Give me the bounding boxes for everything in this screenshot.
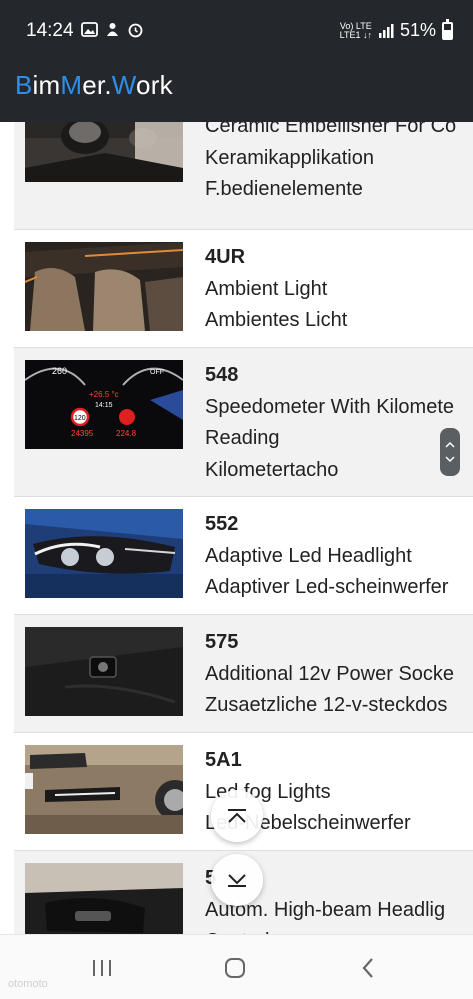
option-name-en: Speedometer With Kilomete — [205, 395, 455, 418]
option-code: 552 — [205, 513, 239, 535]
image-notification-icon — [81, 21, 98, 38]
option-name-en: Adaptive Led Headlight — [205, 544, 412, 567]
option-text: 4UR Ambient Light Ambientes Licht — [205, 242, 473, 337]
recents-button[interactable] — [87, 955, 117, 981]
list-item[interactable]: 552 Adaptive Led Headlight Adaptiver Led… — [14, 497, 473, 615]
option-name-de-2: F.bedienelemente — [205, 178, 363, 200]
status-right: Vo) LTE LTE1 ↓↑ 51% — [339, 18, 453, 41]
option-text: 575 Additional 12v Power Socke Zusaetzli… — [205, 627, 473, 722]
gauge-odo: 24395 — [71, 429, 94, 438]
high-beam-photo — [25, 863, 183, 934]
option-code: 575 — [205, 631, 239, 653]
gauge-temp: +26.5 °c — [89, 390, 119, 399]
fog-lights-photo — [25, 745, 183, 834]
gauge-clock: 14:15 — [95, 402, 113, 409]
gauge-left-label: 260 — [52, 366, 67, 376]
option-text: 548 Speedometer With Kilomete Reading Ki… — [205, 360, 473, 486]
option-name-de: Keramikapplikation — [205, 146, 374, 169]
option-name-de: Zusaetzliche 12-v-steckdos — [205, 694, 448, 716]
alarm-notification-icon — [127, 21, 144, 38]
brand-logo[interactable]: BimMer.Work — [15, 70, 173, 101]
option-code: 548 — [205, 364, 239, 386]
scroll-down-button[interactable] — [211, 854, 263, 906]
option-code: 5A1 — [205, 749, 242, 771]
speedometer-photo: 260 OFF +26.5 °c 14:15 120 24395 224.8 — [25, 360, 183, 449]
fast-scroll-handle[interactable] — [440, 428, 460, 476]
chevron-down-icon — [445, 456, 455, 462]
scroll-to-top-button[interactable] — [211, 790, 263, 842]
option-name-de: Kilometertacho — [205, 458, 339, 481]
option-name-de: Ambientes Licht — [205, 309, 348, 331]
back-icon — [362, 958, 373, 978]
power-socket-photo — [25, 627, 183, 716]
battery-percent: 51% — [399, 20, 436, 40]
signal-icon — [378, 23, 394, 38]
brand-part-3: M — [60, 70, 83, 100]
list-item[interactable]: 260 OFF +26.5 °c 14:15 120 24395 224.8 5… — [14, 348, 473, 497]
gauge-speed-limit: 120 — [74, 415, 86, 422]
network-indicator: Vo) LTE LTE1 ↓↑ — [339, 21, 372, 40]
status-bar: 14:24 Vo) LTE LTE1 ↓↑ 51% — [0, 0, 473, 62]
option-name-en: Additional 12v Power Socke — [205, 662, 455, 685]
battery-icon — [442, 18, 453, 40]
network-bottom-label: LTE1 ↓↑ — [339, 29, 372, 40]
scroll-top-icon — [228, 809, 246, 823]
gauge-right-label: OFF — [150, 369, 164, 376]
chevron-down-icon — [228, 874, 246, 887]
home-button[interactable] — [220, 955, 250, 981]
recents-icon — [93, 960, 111, 976]
system-nav-bar — [0, 934, 473, 999]
list-item[interactable]: Ceramic Embellisher For Co Keramikapplik… — [14, 122, 473, 230]
notification-icons — [81, 21, 144, 38]
status-time: 14:24 — [26, 20, 74, 41]
brand-part-1: B — [15, 70, 33, 100]
app-header: 14:24 Vo) LTE LTE1 ↓↑ 51% BimMer.Work — [0, 0, 473, 122]
option-name-en-2: Control — [205, 926, 473, 934]
home-icon — [225, 958, 245, 978]
gauge-trip: 224.8 — [116, 429, 137, 438]
list-item[interactable]: 4UR Ambient Light Ambientes Licht — [14, 230, 473, 348]
option-code: 4UR — [205, 246, 246, 268]
option-name-de: Adaptiver Led-scheinwerfer — [205, 576, 449, 598]
ambient-light-photo — [25, 242, 183, 331]
app-notification-icon — [104, 21, 121, 38]
option-text: 552 Adaptive Led Headlight Adaptiver Led… — [205, 509, 473, 604]
option-name-en-2: Reading — [205, 427, 280, 449]
brand-part-2: im — [32, 70, 61, 100]
brand-part-4: er. — [82, 70, 112, 100]
back-button[interactable] — [353, 955, 383, 981]
brand-part-6: ork — [136, 70, 173, 100]
option-text: Ceramic Embellisher For Co Keramikapplik… — [205, 122, 473, 206]
list-item[interactable]: 575 Additional 12v Power Socke Zusaetzli… — [14, 615, 473, 733]
watermark: otomoto — [8, 978, 48, 990]
chevron-up-icon — [445, 442, 455, 448]
brand-part-5: W — [111, 70, 137, 100]
battery-fill — [444, 30, 451, 38]
ceramic-controls-photo — [25, 122, 183, 182]
headlight-photo — [25, 509, 183, 598]
option-name-en: Ambient Light — [205, 277, 328, 300]
option-name-en: Ceramic Embellisher For Co — [205, 122, 457, 137]
